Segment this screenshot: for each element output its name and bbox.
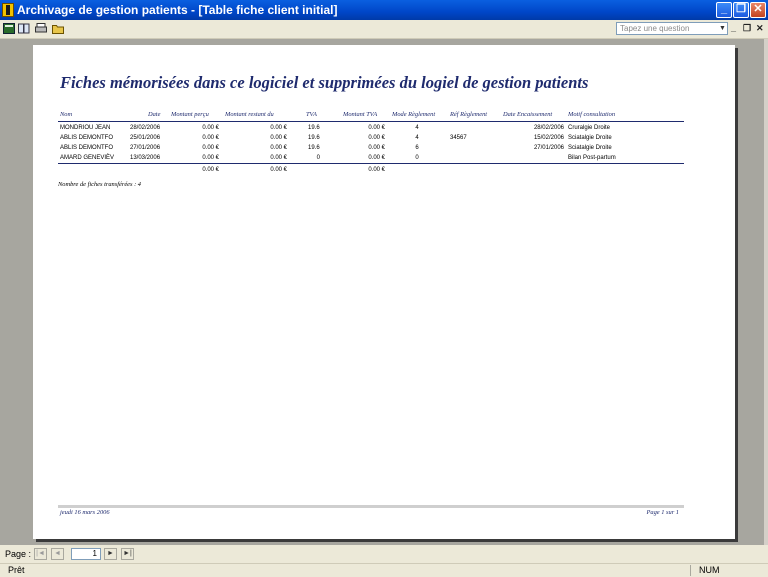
child-minimize-button[interactable]: _ xyxy=(731,23,736,33)
page-label: Page : xyxy=(5,549,32,559)
cell-date-enc: 28/02/2006 xyxy=(533,125,564,131)
cell-tva: 19.6 xyxy=(308,135,320,141)
cell-montant-restant: 0.00 € xyxy=(270,145,287,151)
header-montant-tva: Montant TVA xyxy=(343,111,378,118)
cell-nom: AMARD GENEVIÈV xyxy=(60,155,115,161)
chevron-down-icon[interactable]: ▼ xyxy=(719,25,726,32)
total-montant-restant: 0.00 € xyxy=(270,167,287,173)
cell-motif: Bilan Post-partum xyxy=(568,155,616,161)
cell-date-enc: 15/02/2006 xyxy=(533,135,564,141)
cell-montant-restant: 0.00 € xyxy=(270,135,287,141)
cell-tva: 19.6 xyxy=(308,145,320,151)
header-montant-percu: Montant perçu xyxy=(171,111,209,118)
cell-nom: ABLIS DEMONTFO xyxy=(60,145,114,151)
cell-mode: 4 xyxy=(415,135,419,141)
header-ref-reglement: Réf Règlement xyxy=(450,111,488,118)
cell-nom: ABLIS DEMONTFO xyxy=(60,135,114,141)
app-icon[interactable] xyxy=(2,3,14,17)
status-text: Prêt xyxy=(8,565,25,575)
cell-date-enc: 27/01/2006 xyxy=(533,145,564,151)
restore-button[interactable]: ❐ xyxy=(733,2,749,18)
cell-motif: Sciatalgie Droite xyxy=(568,135,612,141)
footer-date: jeudi 16 mars 2006 xyxy=(60,509,110,516)
cell-date: 13/03/2006 xyxy=(130,155,161,161)
cell-motif: Cruralgie Droite xyxy=(568,125,611,131)
cell-date: 25/01/2006 xyxy=(130,135,161,141)
header-tva: TVA xyxy=(306,111,317,118)
status-bar: Prêt NUM xyxy=(0,563,768,577)
total-montant-percu: 0.00 € xyxy=(202,167,219,173)
child-restore-button[interactable]: ❐ xyxy=(743,23,751,34)
header-motif: Motif consultation xyxy=(568,111,616,118)
footer-rule xyxy=(58,505,684,508)
title-bar: Archivage de gestion patients - [Table f… xyxy=(0,0,768,20)
cell-date: 27/01/2006 xyxy=(130,145,161,151)
header-mode-reglement: Mode Règlement xyxy=(392,111,436,118)
header-date-encaissement: Date Encaissement xyxy=(503,111,553,118)
total-montant-tva: 0.00 € xyxy=(368,167,385,173)
cell-mode: 6 xyxy=(415,145,419,151)
close-button[interactable]: ✕ xyxy=(750,2,766,18)
book-icon[interactable] xyxy=(18,23,30,34)
view-icon[interactable] xyxy=(3,23,15,34)
cell-mode: 4 xyxy=(415,125,419,131)
status-divider xyxy=(690,565,691,576)
cell-montant-percu: 0.00 € xyxy=(202,125,219,131)
header-rule xyxy=(58,121,684,122)
first-page-button[interactable]: |◄ xyxy=(34,548,47,560)
cell-motif: Sciatalgie Droite xyxy=(568,145,612,151)
cell-nom: MONDRIOU JEAN xyxy=(60,125,111,131)
folder-icon[interactable] xyxy=(52,23,64,34)
cell-montant-tva: 0.00 € xyxy=(368,135,385,141)
cell-montant-percu: 0.00 € xyxy=(202,145,219,151)
cell-montant-tva: 0.00 € xyxy=(368,125,385,131)
cell-ref: 34567 xyxy=(450,135,467,141)
cell-montant-restant: 0.00 € xyxy=(270,155,287,161)
next-page-button[interactable]: ► xyxy=(104,548,117,560)
vertical-scrollbar[interactable] xyxy=(764,39,768,545)
cell-montant-restant: 0.00 € xyxy=(270,125,287,131)
previous-page-button[interactable]: ◄ xyxy=(51,548,64,560)
header-nom: Nom xyxy=(60,111,73,118)
totals-rule xyxy=(58,163,684,164)
cell-date: 28/02/2006 xyxy=(130,125,161,131)
footer-page-number: Page 1 sur 1 xyxy=(646,509,679,516)
header-montant-restant: Montant restant du xyxy=(225,111,274,118)
page-number-input[interactable]: 1 xyxy=(71,548,101,560)
print-icon[interactable] xyxy=(35,23,47,34)
last-page-button[interactable]: ►| xyxy=(121,548,134,560)
window-title: Archivage de gestion patients - [Table f… xyxy=(17,3,338,17)
record-count-note: Nombre de fiches transférées : 4 xyxy=(58,181,142,188)
minimize-button[interactable]: _ xyxy=(716,2,732,18)
report-title: Fiches mémorisées dans ce logiciel et su… xyxy=(60,73,589,92)
cell-montant-tva: 0.00 € xyxy=(368,145,385,151)
num-lock-indicator: NUM xyxy=(699,565,720,575)
report-page: Fiches mémorisées dans ce logiciel et su… xyxy=(33,45,735,539)
cell-tva: 19.6 xyxy=(308,125,320,131)
cell-tva: 0 xyxy=(316,155,320,161)
page-navigation-bar: Page : |◄ ◄ 1 ► ►| xyxy=(0,545,768,563)
child-close-button[interactable]: ✕ xyxy=(756,23,764,34)
cell-montant-percu: 0.00 € xyxy=(202,135,219,141)
cell-mode: 0 xyxy=(415,155,419,161)
header-date: Date xyxy=(148,111,161,118)
ask-question-input[interactable]: Tapez une question xyxy=(616,22,728,35)
cell-montant-tva: 0.00 € xyxy=(368,155,385,161)
cell-montant-percu: 0.00 € xyxy=(202,155,219,161)
